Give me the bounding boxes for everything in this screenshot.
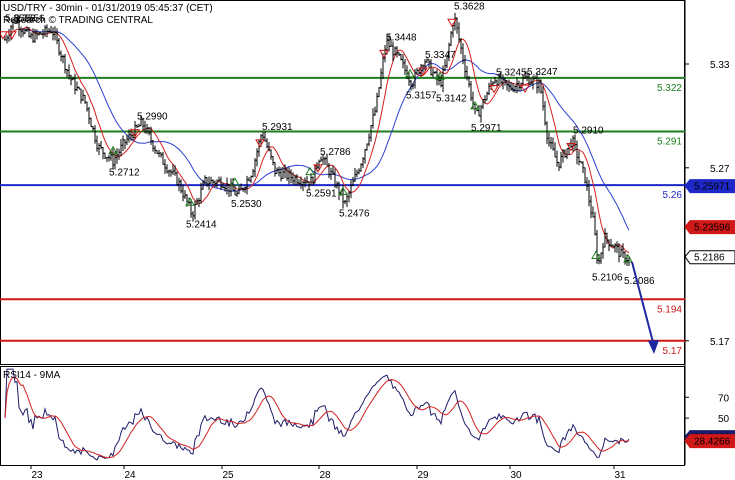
x-tick-label: 24 [124, 470, 136, 480]
price-y-tick-label: 5.17 [710, 337, 730, 348]
x-axis-ticks: 23 24 25 28 29 30 31 [30, 465, 626, 480]
swing-high-label: 5.2910 [573, 125, 604, 136]
swing-low-label: 5.2086 [624, 276, 655, 287]
rsi-tag-label: 28.4266 [694, 437, 731, 448]
swing-low-label: 5.2476 [339, 209, 370, 220]
rsi-line [4, 368, 630, 461]
rsi-panel-frame [0, 366, 685, 466]
swing-high-label: 5.2931 [262, 122, 293, 133]
rsi-y-tick-label: 70 [718, 393, 730, 404]
ma-blue-line [20, 29, 630, 231]
swing-low-label: 5.3157 [406, 91, 437, 102]
x-tick-label: 25 [222, 470, 234, 480]
y-axis-ticks: 5.33 5.27 5.17 70 50 [685, 60, 730, 425]
swing-high-marker [255, 139, 265, 148]
usdtry-chart: 5.3225.2915.265.1945.17 5.35565.35565.29… [0, 0, 735, 480]
x-tick-label: 30 [510, 470, 522, 480]
level-label: 5.17 [663, 346, 683, 357]
swing-low-label: 5.2106 [592, 273, 623, 284]
swing-low-label: 5.2414 [186, 219, 217, 230]
swing-markers: 5.35565.35565.29905.27125.24145.25305.29… [0, 1, 655, 287]
source-label: Research © TRADING CENTRAL [3, 15, 153, 26]
swing-high-label: 5.2786 [320, 147, 351, 158]
swing-high-label: 5.3247 [527, 67, 558, 78]
price-tag-label: 5.2186 [694, 253, 725, 264]
swing-high-label: 5.3448 [386, 32, 417, 43]
rsi-series [4, 368, 630, 461]
ma-red-line [10, 26, 630, 254]
swing-low-label: 5.2591 [306, 189, 337, 200]
price-tag-label: 5.25971 [694, 182, 731, 193]
x-tick-label: 29 [417, 470, 429, 480]
price-tag-label: 5.23596 [694, 223, 731, 234]
swing-low-label: 5.2530 [231, 199, 262, 210]
level-label: 5.322 [657, 83, 682, 94]
level-label: 5.291 [657, 136, 682, 147]
x-tick-label: 28 [319, 470, 331, 480]
rsi-title: RSI14 - 9MA [3, 370, 61, 381]
swing-low-label: 5.2971 [471, 123, 502, 134]
price-bars [4, 12, 630, 266]
swing-high-marker [0, 31, 8, 40]
price-y-tick-label: 5.33 [710, 60, 730, 71]
moving-averages [10, 26, 630, 254]
swing-high-label: 5.2990 [137, 112, 168, 123]
rsi-y-tick-label: 50 [718, 414, 730, 425]
chart-title: USD/TRY - 30min - 01/31/2019 05:45:37 (C… [3, 3, 213, 14]
swing-high-label: 5.3245 [496, 68, 527, 79]
level-label: 5.194 [657, 304, 682, 315]
swing-high-label: 5.3347 [425, 50, 456, 61]
swing-high-label: 5.3628 [454, 1, 485, 12]
price-tags: 5.259715.235965.218632.242228.4266 [684, 179, 735, 449]
x-tick-label: 31 [614, 470, 626, 480]
swing-low-label: 5.3142 [436, 93, 467, 104]
level-label: 5.26 [663, 190, 683, 201]
x-tick-label: 23 [31, 470, 43, 480]
swing-low-label: 5.2712 [109, 168, 140, 179]
price-panel-frame [0, 0, 685, 365]
price-y-tick-label: 5.27 [710, 164, 730, 175]
